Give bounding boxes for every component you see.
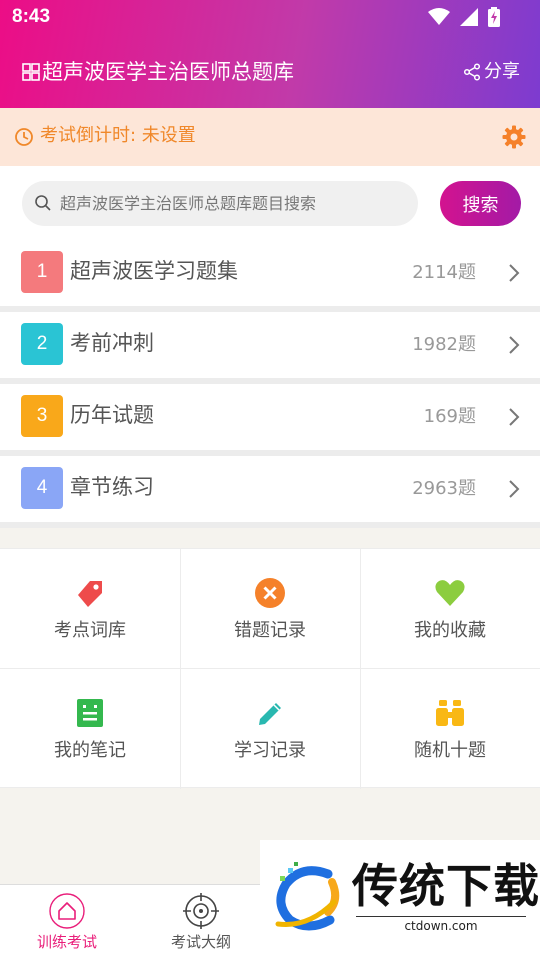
nav-tab-exam-outline[interactable]: 考试大纲 <box>134 885 268 960</box>
item-label: 历年试题 <box>70 403 154 427</box>
app-header: 8:43 超声波医学主治医师总题库 分享 <box>0 0 540 108</box>
item-label: 超声波医学习题集 <box>70 259 238 283</box>
tools-grid: 考点词库 错题记录 我的收藏 我的笔记 学习记录 随机十题 <box>0 548 540 789</box>
watermark-text: 传统下载 <box>352 859 540 913</box>
item-count: 1982题 <box>412 334 476 355</box>
watermark-logo <box>275 862 340 931</box>
share-icon <box>463 63 481 81</box>
tool-random-ten[interactable]: 随机十题 <box>360 669 540 789</box>
list-item-category-1[interactable]: 1 超声波医学习题集 2114题 <box>0 240 540 306</box>
tool-keyword-bank[interactable]: 考点词库 <box>0 549 180 669</box>
pencil-icon <box>259 703 281 725</box>
tool-notes[interactable]: 我的笔记 <box>0 669 180 789</box>
divider <box>0 522 540 528</box>
watermark-url: ctdown.com <box>356 916 526 933</box>
tag-icon <box>78 581 102 607</box>
tool-label: 随机十题 <box>414 740 486 761</box>
grid-icon <box>22 63 40 81</box>
binoculars-icon <box>436 700 464 726</box>
tool-label: 考点词库 <box>54 620 126 641</box>
target-icon <box>183 893 219 929</box>
item-count: 2114题 <box>412 262 476 283</box>
share-button[interactable]: 分享 <box>463 58 520 86</box>
tool-wrong-answers[interactable]: 错题记录 <box>180 549 360 669</box>
number-badge: 3 <box>21 395 63 437</box>
search-box[interactable] <box>22 181 418 226</box>
tool-label: 错题记录 <box>234 620 306 641</box>
tool-favorites[interactable]: 我的收藏 <box>360 549 540 669</box>
chevron-right-icon <box>509 264 520 282</box>
number-badge: 2 <box>21 323 63 365</box>
item-count: 2963题 <box>412 478 476 499</box>
list-item-category-2[interactable]: 2 考前冲刺 1982题 <box>0 312 540 378</box>
wifi-icon <box>428 8 450 25</box>
tool-label: 我的笔记 <box>54 740 126 761</box>
status-bar: 8:43 <box>0 0 540 36</box>
chevron-right-icon <box>509 336 520 354</box>
list-item-category-3[interactable]: 3 历年试题 169题 <box>0 384 540 450</box>
number-badge: 4 <box>21 467 63 509</box>
item-label: 考前冲刺 <box>70 331 154 355</box>
chevron-right-icon <box>509 408 520 426</box>
note-icon <box>77 699 103 727</box>
chevron-right-icon <box>509 480 520 498</box>
search-input[interactable] <box>60 181 410 226</box>
app-title-row: 超声波医学主治医师总题库 分享 <box>0 52 540 92</box>
tool-label: 我的收藏 <box>414 620 486 641</box>
countdown-bar: 考试倒计时: 未设置 <box>0 108 540 166</box>
status-time: 8:43 <box>12 6 51 27</box>
heart-icon <box>435 580 465 606</box>
signal-icon <box>460 8 478 26</box>
status-icons <box>428 7 500 27</box>
tool-study-record[interactable]: 学习记录 <box>180 669 360 789</box>
share-label: 分享 <box>484 61 520 82</box>
clock-icon <box>15 128 33 146</box>
search-button[interactable]: 搜索 <box>440 181 521 226</box>
nav-label: 考试大纲 <box>170 933 231 951</box>
home-icon <box>49 893 85 929</box>
x-circle-icon <box>255 578 285 608</box>
item-label: 章节练习 <box>70 475 154 499</box>
gear-icon[interactable] <box>502 125 526 149</box>
watermark: 传统下载 ctdown.com <box>260 840 540 938</box>
nav-label: 训练考试 <box>36 933 97 951</box>
search-icon <box>35 195 51 211</box>
nav-tab-training-exam[interactable]: 训练考试 <box>0 885 134 960</box>
countdown-text: 考试倒计时: 未设置 <box>40 125 196 146</box>
list-item-category-4[interactable]: 4 章节练习 2963题 <box>0 456 540 522</box>
number-badge: 1 <box>21 251 63 293</box>
battery-icon <box>488 7 500 27</box>
tool-label: 学习记录 <box>234 740 306 761</box>
item-count: 169题 <box>423 406 476 427</box>
search-area: 搜索 <box>0 166 540 240</box>
app-title: 超声波医学主治医师总题库 <box>42 60 294 84</box>
